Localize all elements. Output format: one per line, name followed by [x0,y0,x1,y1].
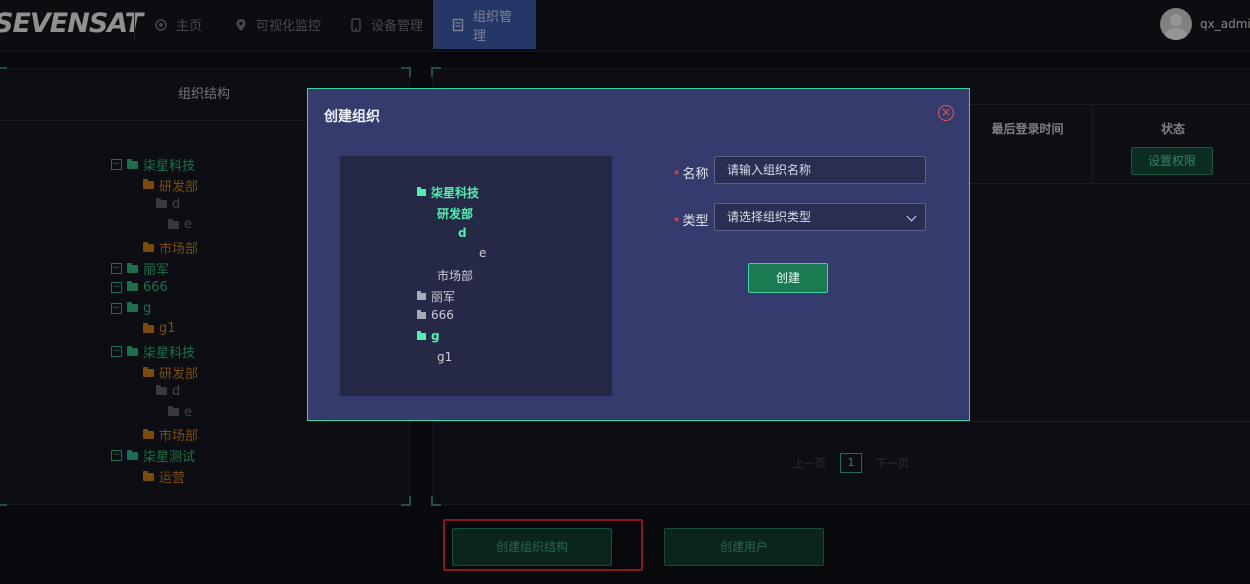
preview-node-label: 市场部 [437,269,474,283]
preview-node-label: d [458,226,467,240]
close-icon[interactable]: × [938,105,954,121]
folder-icon [417,330,426,340]
folder-icon [417,309,426,319]
folder-icon [417,187,426,196]
required-mark: * [674,215,680,228]
preview-node-label: 丽军 [431,290,456,304]
preview-node: g1 [437,350,452,364]
preview-node: 市场部 [437,267,473,284]
required-mark: * [674,168,680,181]
input-placeholder: 请输入组织名称 [727,163,812,177]
preview-node-label: 666 [431,308,454,322]
preview-node-label: g1 [437,350,453,364]
preview-node-label: 柒星科技 [431,186,480,200]
org-type-select[interactable]: 请选择组织类型 [714,203,926,231]
type-label-text: 类型 [682,214,709,229]
create-org-dialog: 创建组织 × 柒星科技 研发部 d e 市场部 丽军 666 g g1 * 名称 请输入组织名称 … [307,88,970,421]
name-label-text: 名称 [682,167,709,182]
preview-node-label: g [431,329,440,343]
preview-node: d [458,226,467,240]
preview-node: 柒星科技 [417,184,479,201]
preview-node: 研发部 [437,205,473,222]
preview-node-label: e [479,246,487,260]
select-placeholder: 请选择组织类型 [727,210,812,224]
type-label: * 类型 [674,210,709,229]
dialog-title: 创建组织 [324,109,380,125]
create-button[interactable]: 创建 [748,263,828,293]
name-label: * 名称 [674,163,709,182]
org-name-input[interactable]: 请输入组织名称 [714,156,926,184]
folder-icon [417,291,426,300]
preview-node: 丽军 [417,288,455,305]
preview-node: 666 [417,308,454,322]
chevron-down-icon [906,211,917,222]
preview-node: g [417,329,440,343]
preview-node: e [479,246,486,260]
preview-node-label: 研发部 [437,207,474,221]
org-tree-preview: 柒星科技研发部 d e 市场部丽军 666 g g1 [340,156,612,396]
